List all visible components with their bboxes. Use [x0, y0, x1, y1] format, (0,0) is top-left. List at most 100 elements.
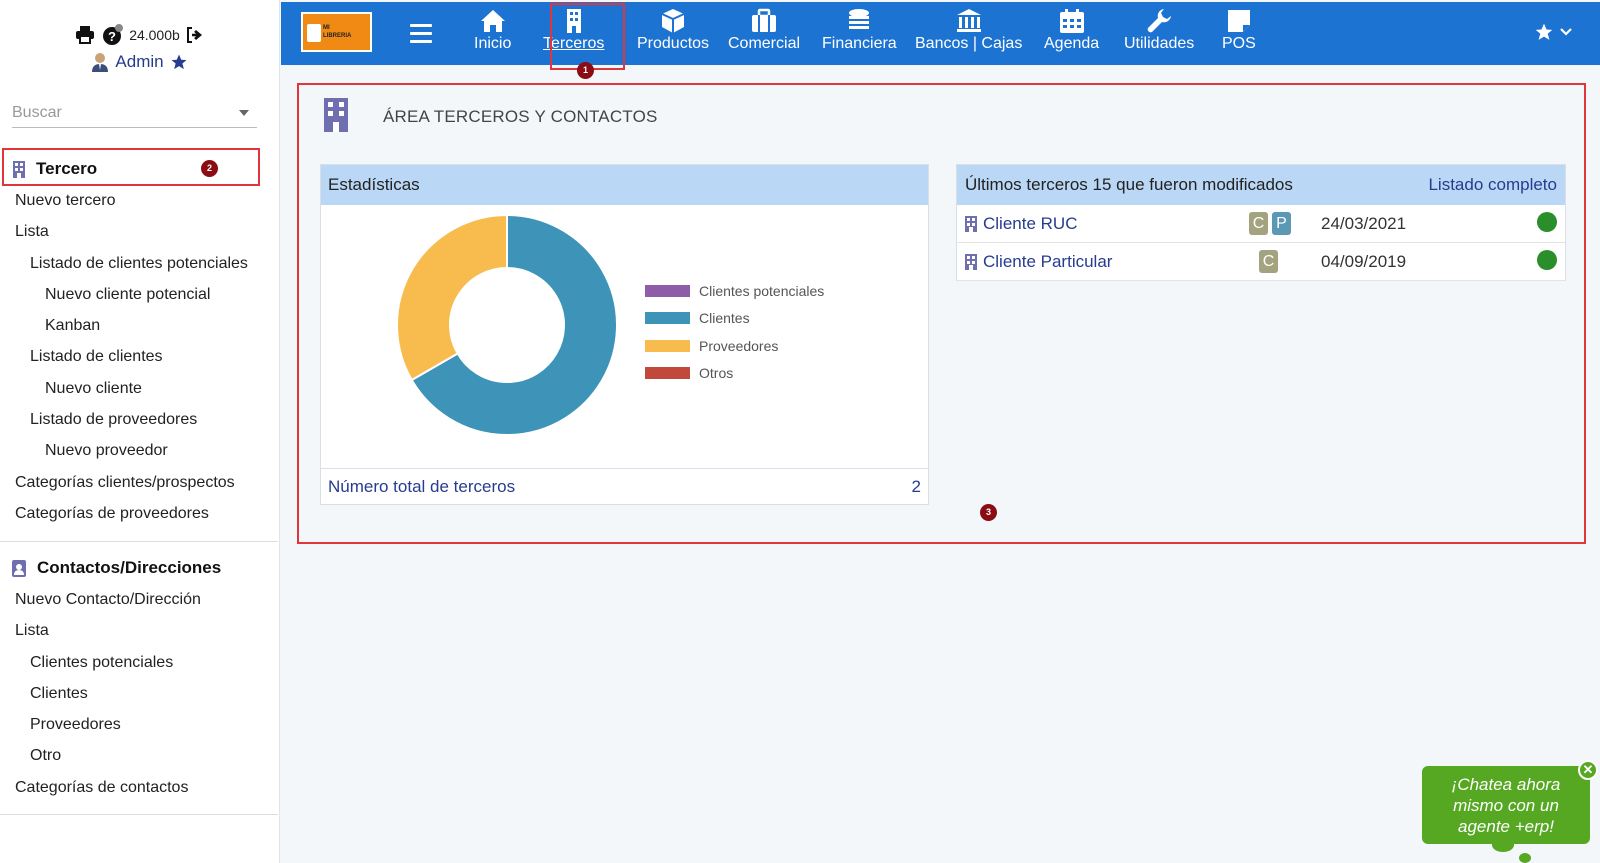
- total-value: 2: [911, 476, 921, 496]
- legend-entry[interactable]: Otros: [645, 360, 824, 388]
- legend-swatch: [645, 284, 690, 297]
- legend-swatch: [645, 339, 690, 352]
- total-row[interactable]: Número total de terceros 2: [321, 468, 928, 504]
- chart-legend: Clientes potenciales Clientes Proveedores O…: [645, 277, 824, 387]
- wrench-icon: [1147, 9, 1172, 33]
- sidebar-item[interactable]: Categorías clientes/prospectos: [0, 467, 280, 498]
- nav-label: Bancos | Cajas: [915, 35, 1023, 52]
- credits-text: 24.000b: [129, 27, 180, 43]
- divider: [0, 814, 278, 815]
- book-icon: [307, 24, 321, 42]
- logo-text: MI LIBRERIA: [323, 24, 351, 40]
- topbar: MI LIBRERIA Inicio Terceros Productos Co…: [281, 2, 1600, 65]
- sidebar-item[interactable]: Nuevo tercero: [0, 185, 280, 216]
- sidebar-item[interactable]: Nuevo Contacto/Dirección: [0, 584, 280, 615]
- chevron-down-icon: [1560, 28, 1572, 36]
- nav-financiera[interactable]: Financiera: [822, 8, 897, 53]
- sidebar-item[interactable]: Nuevo cliente potencial: [0, 279, 280, 310]
- thirdparty-name: Cliente RUC: [983, 214, 1078, 233]
- search-input[interactable]: [12, 103, 212, 122]
- sidebar-item[interactable]: Categorías de proveedores: [0, 498, 280, 529]
- sidebar-item[interactable]: Clientes: [0, 678, 280, 709]
- hamburger-menu-icon[interactable]: [410, 24, 432, 48]
- sidebar-item[interactable]: Nuevo proveedor: [0, 435, 280, 466]
- legend-label: Proveedores: [699, 337, 779, 354]
- sidebar-item[interactable]: Clientes potenciales: [0, 647, 280, 678]
- user-name[interactable]: Admin: [115, 52, 163, 72]
- annotation-box-2: [2, 148, 260, 186]
- total-label: Número total de terceros: [328, 476, 516, 496]
- sidebar-item[interactable]: Listado de clientes potenciales: [0, 248, 280, 279]
- stats-title: Estadísticas: [321, 165, 928, 205]
- svg-text:?: ?: [108, 29, 116, 44]
- legend-entry[interactable]: Clientes: [645, 305, 824, 333]
- address-book-icon: [12, 559, 26, 577]
- legend-swatch: [645, 367, 690, 380]
- menu-head-contactos[interactable]: Contactos/Direcciones: [0, 552, 280, 584]
- help-icon[interactable]: ?: [101, 24, 124, 46]
- nav-pos[interactable]: POS: [1222, 8, 1256, 53]
- logo-line1: MI: [323, 25, 330, 31]
- user-info: Admin: [0, 52, 279, 72]
- logout-icon[interactable]: [186, 27, 204, 43]
- recent-title: Últimos terceros 15 que fueron modificad…: [965, 175, 1293, 194]
- modified-date: 24/03/2021: [1321, 214, 1407, 233]
- building-icon: [965, 254, 977, 270]
- chat-line: agente +erp!: [1458, 817, 1554, 836]
- legend-label: Clientes: [699, 310, 750, 327]
- legend-entry[interactable]: Proveedores: [645, 332, 824, 360]
- menu-contactos: Contactos/Direcciones Nuevo Contacto/Dir…: [0, 552, 280, 803]
- status-indicator: [1537, 212, 1557, 232]
- sidebar-item[interactable]: Listado de clientes: [0, 341, 280, 372]
- star-icon[interactable]: [170, 53, 188, 71]
- nav-label: Agenda: [1044, 35, 1100, 52]
- chat-widget[interactable]: ¡Chatea ahora mismo con un agente +erp!: [1422, 766, 1590, 844]
- divider: [0, 541, 278, 542]
- calendar-icon: [1059, 9, 1084, 33]
- recent-rows: Cliente RUC C P 24/03/2021 Cliente Particu…: [957, 205, 1565, 281]
- user-avatar-icon: [92, 53, 109, 72]
- building-icon: [324, 98, 348, 132]
- thirdparty-name: Cliente Particular: [983, 252, 1113, 271]
- search-box[interactable]: [12, 98, 257, 128]
- supplier-badge: P: [1272, 212, 1291, 235]
- nav-bancos[interactable]: Bancos | Cajas: [915, 8, 1022, 53]
- table-row: Cliente Particular C 04/09/2019: [957, 243, 1565, 281]
- thirdparty-link[interactable]: Cliente Particular: [965, 252, 1112, 272]
- chevron-down-icon[interactable]: [239, 109, 249, 116]
- nav-productos[interactable]: Productos: [637, 8, 709, 53]
- printer-icon[interactable]: [75, 26, 95, 44]
- sidebar-item[interactable]: Lista: [0, 615, 280, 646]
- sidebar-item[interactable]: Categorías de contactos: [0, 772, 280, 803]
- chat-tail: [1519, 853, 1531, 863]
- nav-comercial[interactable]: Comercial: [728, 8, 800, 53]
- legend-swatch: [645, 312, 690, 325]
- close-icon[interactable]: ✕: [1578, 760, 1598, 780]
- stats-panel: Estadísticas Clientes potenciales Cliente…: [320, 164, 929, 505]
- annotation-marker-2: 2: [201, 160, 218, 177]
- thirdparty-link[interactable]: Cliente RUC: [965, 214, 1077, 234]
- sidebar-item[interactable]: Nuevo cliente: [0, 373, 280, 404]
- sidebar-item[interactable]: Otro: [0, 740, 280, 771]
- recent-panel: Últimos terceros 15 que fueron modificad…: [956, 164, 1566, 281]
- nav-agenda[interactable]: Agenda: [1044, 8, 1099, 53]
- modified-date: 04/09/2019: [1321, 252, 1407, 271]
- building-icon: [965, 216, 977, 232]
- sidebar-item[interactable]: Proveedores: [0, 709, 280, 740]
- sidebar-item[interactable]: Listado de proveedores: [0, 404, 280, 435]
- legend-entry[interactable]: Clientes potenciales: [645, 277, 824, 305]
- bookmarks-dropdown[interactable]: [1534, 22, 1572, 42]
- donut-slice-proveedores[interactable]: [396, 213, 508, 382]
- sidebar-item[interactable]: Kanban: [0, 310, 280, 341]
- contactos-items: Nuevo Contacto/Dirección Lista Clientes po…: [0, 584, 280, 803]
- sidebar: ? 24.000b Admin Buscar Tercero Nuevo ter…: [0, 0, 280, 863]
- table-row: Cliente RUC C P 24/03/2021: [957, 205, 1565, 243]
- nav-label: Productos: [637, 35, 710, 52]
- coins-icon: [849, 9, 870, 29]
- nav-utilidades[interactable]: Utilidades: [1124, 8, 1194, 53]
- nav-inicio[interactable]: Inicio: [474, 8, 511, 53]
- home-icon: [480, 10, 505, 32]
- full-list-link[interactable]: Listado completo: [1428, 175, 1557, 195]
- company-logo[interactable]: MI LIBRERIA: [301, 12, 372, 52]
- sidebar-item[interactable]: Lista: [0, 216, 280, 247]
